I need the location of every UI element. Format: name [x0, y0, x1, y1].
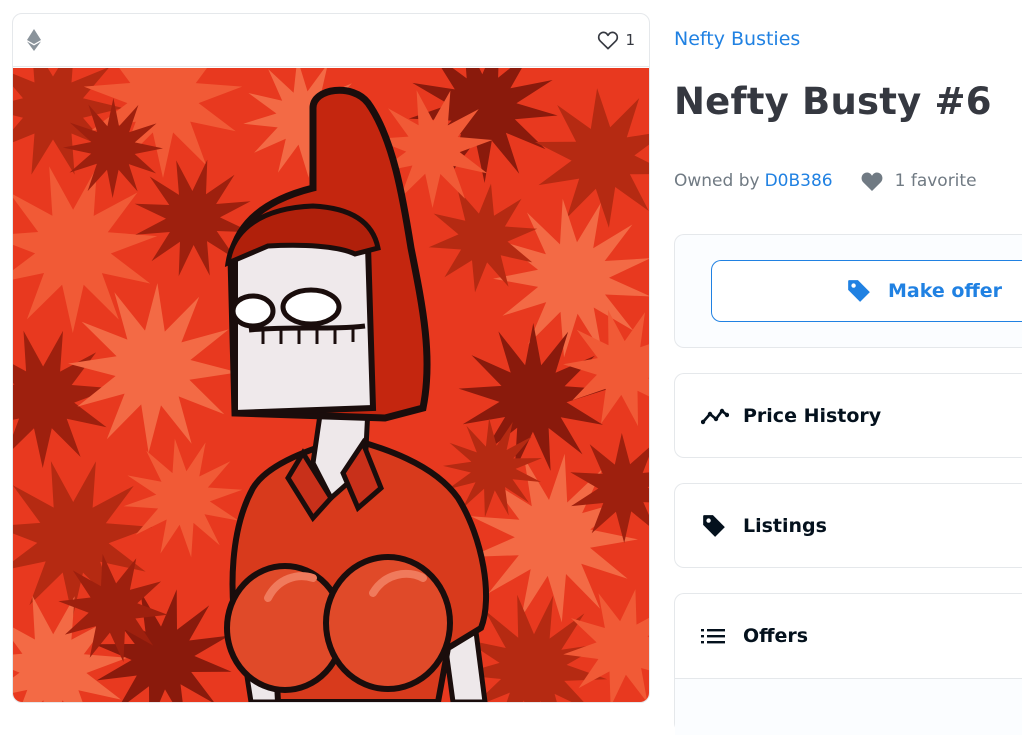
price-history-panel: Price History: [674, 373, 1022, 458]
offers-panel: Offers: [674, 593, 1022, 735]
make-offer-button[interactable]: Make offer: [711, 260, 1022, 322]
item-card-header: 1: [13, 14, 649, 67]
trade-panel: Make offer: [674, 234, 1022, 348]
favorites-indicator[interactable]: 1 favorite: [859, 170, 977, 192]
trend-line-icon: [701, 406, 731, 426]
owner-row: Owned by D0B386 1 favorite: [674, 170, 977, 192]
make-offer-label: Make offer: [888, 280, 1003, 302]
offers-label: Offers: [743, 625, 809, 647]
item-title: Nefty Busty #6: [674, 80, 992, 123]
heart-outline-icon: [597, 30, 619, 50]
heart-filled-icon: [859, 170, 885, 192]
owner-link[interactable]: D0B386: [765, 171, 833, 191]
listings-label: Listings: [743, 515, 827, 537]
collection-link[interactable]: Nefty Busties: [674, 28, 800, 50]
item-image-card: 1: [12, 13, 650, 703]
owned-by-label: Owned by: [674, 171, 760, 191]
listings-header[interactable]: Listings: [675, 484, 1022, 568]
price-history-label: Price History: [743, 405, 882, 427]
offers-header[interactable]: Offers: [675, 594, 1022, 678]
nft-artwork-image[interactable]: [13, 68, 649, 702]
price-history-header[interactable]: Price History: [675, 374, 1022, 458]
tag-icon: [701, 513, 731, 539]
offers-body: [675, 678, 1022, 735]
favorite-button[interactable]: 1: [597, 30, 635, 50]
ethereum-icon: [27, 29, 41, 51]
favorite-count: 1: [625, 31, 635, 49]
listings-panel: Listings: [674, 483, 1022, 568]
list-icon: [701, 627, 731, 645]
favorites-label: 1 favorite: [894, 171, 977, 191]
tag-icon: [846, 278, 872, 304]
